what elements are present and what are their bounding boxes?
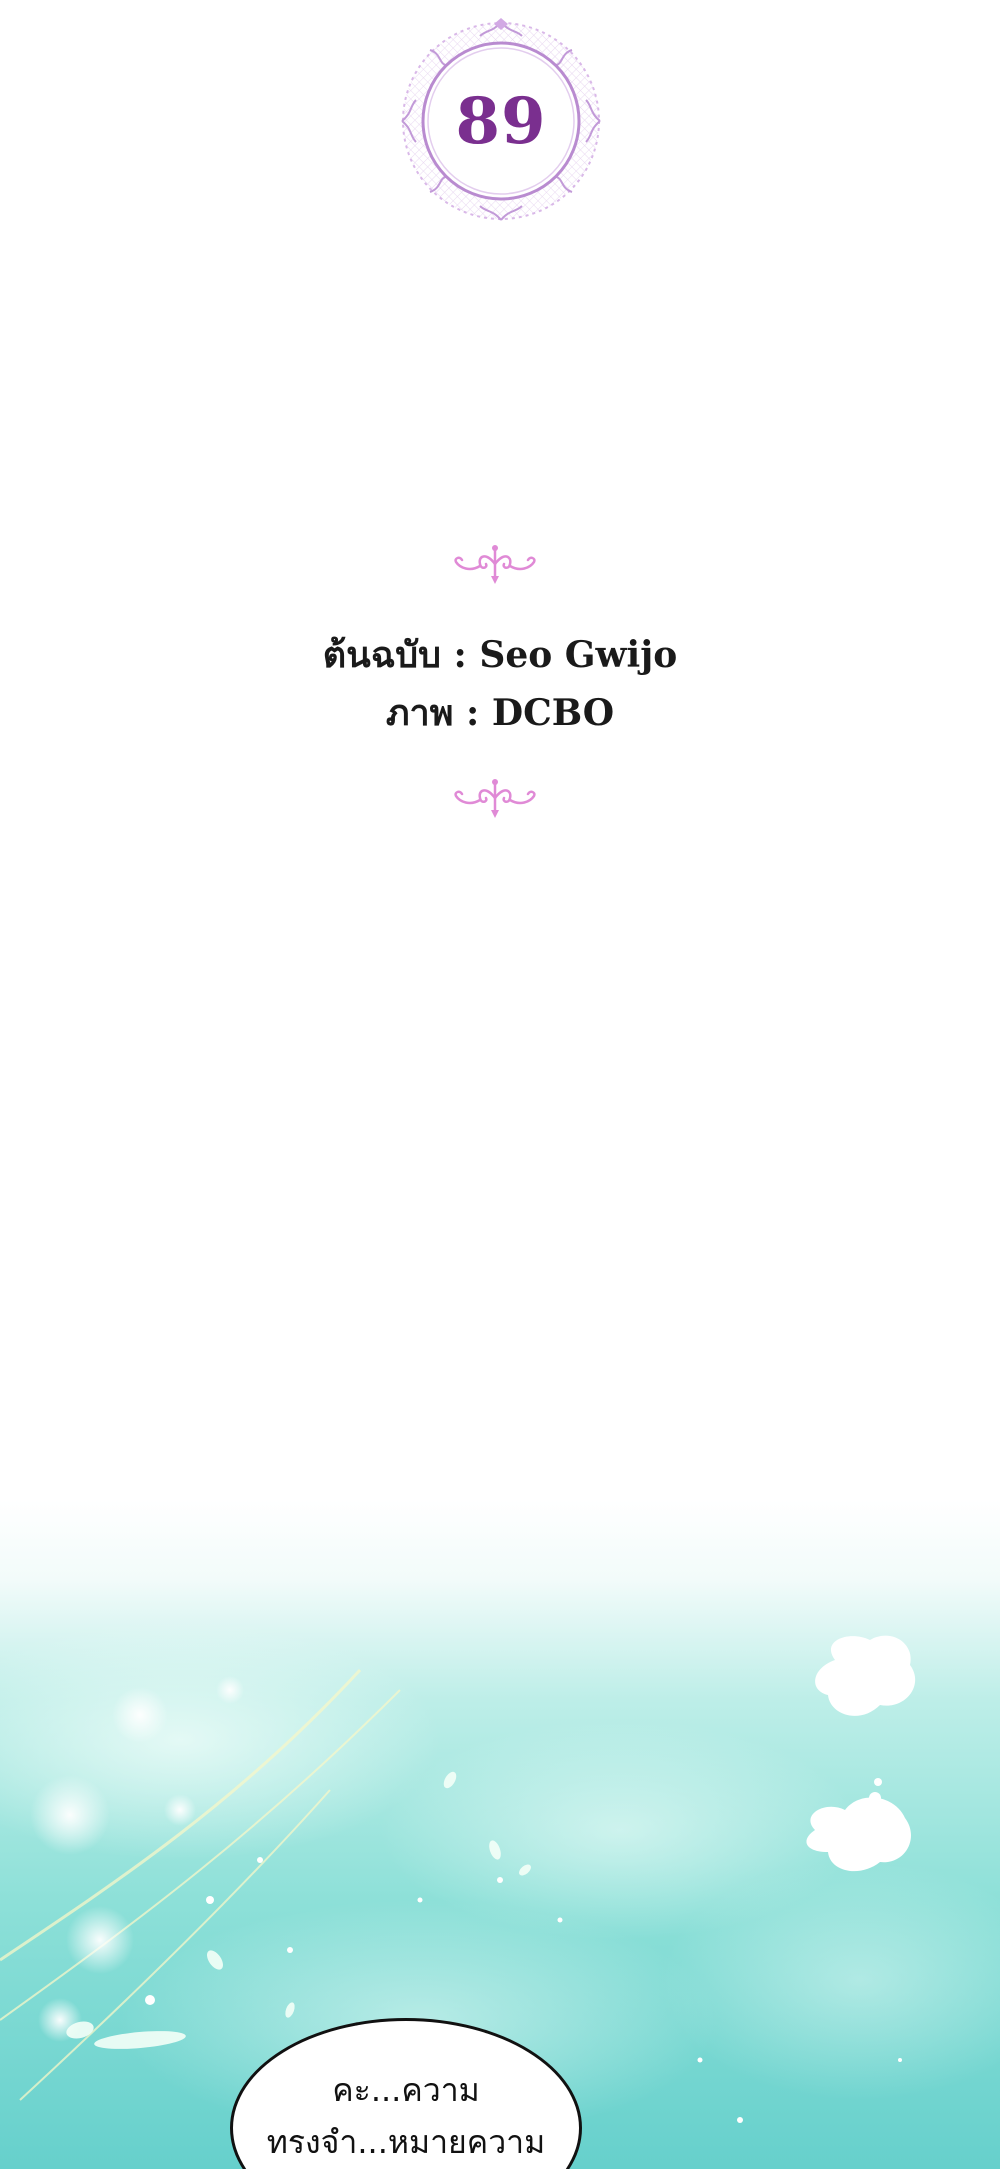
flourish-top-icon [450,542,540,586]
credit-original-story: ต้นฉบับ : Seo Gwijo [322,634,678,676]
dialogue-line-2: ทรงจำ...หมายความ [266,2123,546,2161]
credits-block: ต้นฉบับ : Seo Gwijo ภาพ : DCBO [0,626,1000,742]
flourish-bottom-icon [450,776,540,820]
dialogue-line-1: คะ...ความ [332,2071,480,2109]
comic-page: 89 ต้นฉบับ : Seo Gwijo ภาพ : DCBO คะ...ค… [0,0,1000,2169]
chapter-badge: 89 [398,18,604,224]
chapter-number: 89 [455,83,547,159]
speech-bubble-text: คะ...ความ ทรงจำ...หมายความ [230,2064,582,2168]
credit-art: ภาพ : DCBO [385,692,615,734]
